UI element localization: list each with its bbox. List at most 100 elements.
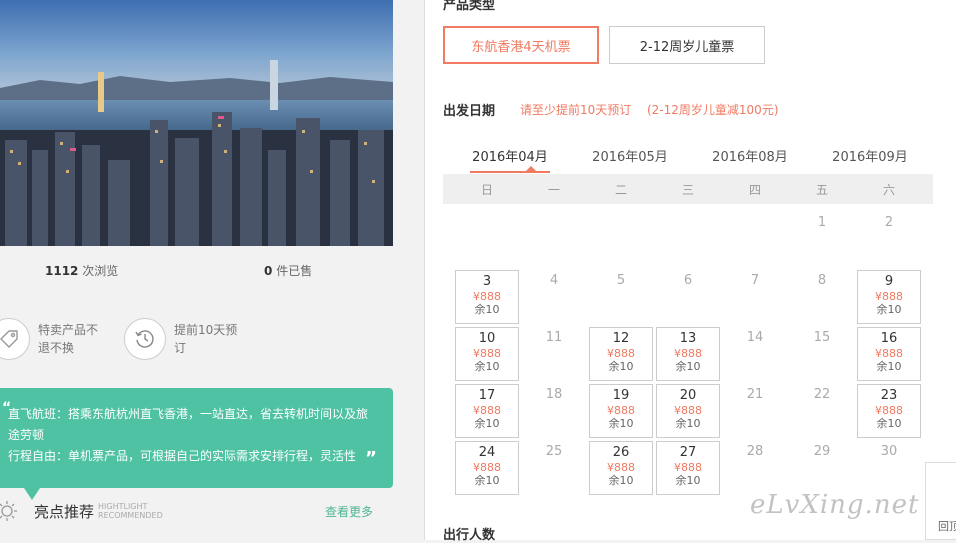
day-price: ¥888 xyxy=(473,404,501,417)
day-stock: 余10 xyxy=(608,474,634,487)
calendar-day: 4 xyxy=(522,270,586,324)
day-stock: 余10 xyxy=(474,360,500,373)
calendar-day-available[interactable]: 17 ¥888 余10 xyxy=(455,384,519,438)
calendar-day: 22 xyxy=(790,384,854,438)
calendar-day: 14 xyxy=(723,327,787,381)
calendar-day-available[interactable]: 26 ¥888 余10 xyxy=(589,441,653,495)
calendar-day-available[interactable]: 23 ¥888 余10 xyxy=(857,384,921,438)
recommend-title: 亮点推荐 xyxy=(34,502,95,521)
highlight-line-2: 行程自由：单机票产品，可根据自己的实际需求安排行程，灵活性 xyxy=(8,449,357,463)
day-number: 14 xyxy=(746,330,764,345)
calendar-day-available[interactable]: 12 ¥888 余10 xyxy=(589,327,653,381)
clock-history-icon xyxy=(124,318,166,360)
day-stock: 余10 xyxy=(474,303,500,316)
day-price: ¥888 xyxy=(607,404,635,417)
calendar-day-available[interactable]: 9 ¥888 余10 xyxy=(857,270,921,324)
calendar-day: 11 xyxy=(522,327,586,381)
day-price: ¥888 xyxy=(875,290,903,303)
day-number: 11 xyxy=(545,330,563,345)
day-stock: 余10 xyxy=(876,360,902,373)
hong-kong-skyline-photo xyxy=(0,0,393,246)
sold-count: 0 xyxy=(264,264,273,278)
views-count: 1112 xyxy=(45,264,79,278)
month-tab-2016-05[interactable]: 2016年05月 xyxy=(585,146,675,165)
day-number: 1 xyxy=(817,215,827,230)
day-number: 17 xyxy=(478,388,496,403)
day-number: 9 xyxy=(884,274,894,289)
recommend-sub-line1: HIGHTLIGHT xyxy=(98,502,148,511)
day-number: 20 xyxy=(679,388,697,403)
day-stock: 余10 xyxy=(474,417,500,430)
day-number: 5 xyxy=(616,273,626,288)
day-number: 2 xyxy=(884,215,894,230)
calendar-day-available[interactable]: 20 ¥888 余10 xyxy=(656,384,720,438)
calendar-day: 5 xyxy=(589,270,653,324)
day-stock: 余10 xyxy=(474,474,500,487)
recommend-header: 亮点推荐 HIGHTLIGHT RECOMMENDED 查看更多 xyxy=(0,496,393,526)
calendar-day-available[interactable]: 16 ¥888 余10 xyxy=(857,327,921,381)
views-stat: 1112 次浏览 xyxy=(45,262,118,279)
day-stock: 余10 xyxy=(608,417,634,430)
calendar-day-available[interactable]: 19 ¥888 余10 xyxy=(589,384,653,438)
calendar-day: 18 xyxy=(522,384,586,438)
weekday-label: 二 xyxy=(614,183,627,197)
active-month-caret xyxy=(526,166,536,171)
month-tab-2016-08[interactable]: 2016年08月 xyxy=(705,146,795,165)
day-number: 29 xyxy=(813,444,831,459)
calendar-day: 1 xyxy=(790,212,854,266)
day-price: ¥888 xyxy=(473,290,501,303)
recommend-subtitle: HIGHTLIGHT RECOMMENDED xyxy=(98,502,163,520)
tag-icon xyxy=(0,318,30,360)
calendar-day: 8 xyxy=(790,270,854,324)
day-price: ¥888 xyxy=(473,461,501,474)
recommend-sub-line2: RECOMMENDED xyxy=(98,511,163,520)
sun-icon xyxy=(0,500,18,526)
day-number: 26 xyxy=(612,445,630,460)
site-watermark: eLvXing.net xyxy=(750,490,920,520)
views-label: 次浏览 xyxy=(82,264,119,278)
day-number: 15 xyxy=(813,330,831,345)
feature-no-refund-text: 特卖产品不退不换 xyxy=(38,323,99,355)
day-number: 27 xyxy=(679,445,697,460)
calendar-day: 21 xyxy=(723,384,787,438)
feature-advance-booking-text: 提前10天预订 xyxy=(174,323,238,355)
weekday-label: 六 xyxy=(882,183,895,197)
month-tab-2016-09[interactable]: 2016年09月 xyxy=(825,146,915,165)
calendar-day-available[interactable]: 24 ¥888 余10 xyxy=(455,441,519,495)
calendar-day: 6 xyxy=(656,270,720,324)
day-stock: 余10 xyxy=(876,303,902,316)
day-number: 7 xyxy=(750,273,760,288)
back-to-top-button[interactable]: 回顶 xyxy=(925,462,956,540)
product-type-option-child[interactable]: 2-12周岁儿童票 xyxy=(609,26,765,64)
day-number: 24 xyxy=(478,445,496,460)
sold-label: 件已售 xyxy=(276,264,313,278)
month-tab-2016-04[interactable]: 2016年04月 xyxy=(465,146,555,165)
weekday-label: 日 xyxy=(480,183,493,197)
day-stock: 余10 xyxy=(675,474,701,487)
day-number: 18 xyxy=(545,387,563,402)
calendar-day-available[interactable]: 10 ¥888 余10 xyxy=(455,327,519,381)
day-number: 12 xyxy=(612,331,630,346)
day-price: ¥888 xyxy=(674,461,702,474)
day-number: 3 xyxy=(482,274,492,289)
departure-date-label: 出发日期 xyxy=(443,104,496,119)
day-number: 19 xyxy=(612,388,630,403)
day-number: 21 xyxy=(746,387,764,402)
day-stock: 余10 xyxy=(876,417,902,430)
calendar-day-available[interactable]: 13 ¥888 余10 xyxy=(656,327,720,381)
weekday-header: 日一二三四五六 xyxy=(443,174,933,204)
feature-no-refund: 特卖产品不退不换 xyxy=(0,318,108,360)
quote-open: “ xyxy=(2,400,12,416)
calendar-day: 2 xyxy=(857,212,921,266)
day-number: 28 xyxy=(746,444,764,459)
day-price: ¥888 xyxy=(674,347,702,360)
product-type-option-ticket[interactable]: 东航香港4天机票 xyxy=(443,26,599,64)
view-more-link[interactable]: 查看更多 xyxy=(325,503,373,520)
highlight-line-1: 直飞航班：搭乘东航杭州直飞香港，一站直达，省去转机时间以及旅途劳顿 xyxy=(8,407,369,442)
calendar-day-available[interactable]: 3 ¥888 余10 xyxy=(455,270,519,324)
day-price: ¥888 xyxy=(674,404,702,417)
calendar-day-available[interactable]: 27 ¥888 余10 xyxy=(656,441,720,495)
day-price: ¥888 xyxy=(607,461,635,474)
calendar-day: 25 xyxy=(522,441,586,495)
day-stock: 余10 xyxy=(675,360,701,373)
